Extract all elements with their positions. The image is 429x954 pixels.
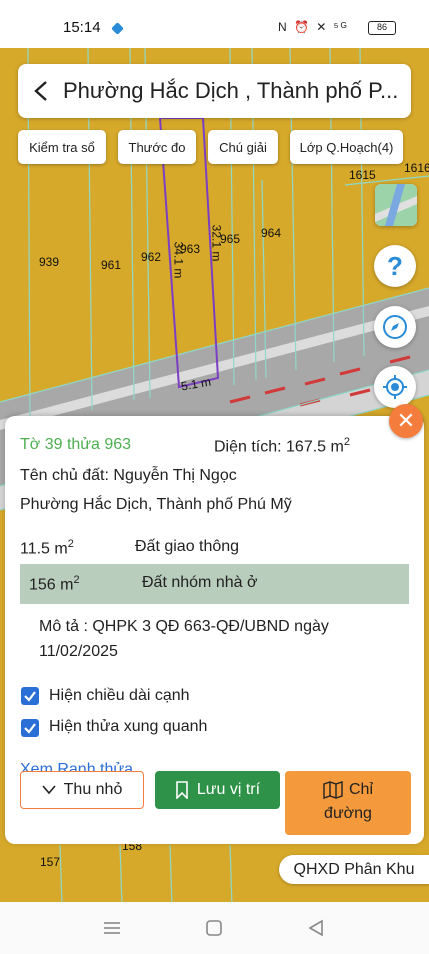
home-icon (206, 920, 222, 936)
app-notification-icon (111, 22, 124, 35)
planning-zone-chip[interactable]: QHXD Phân Khu (279, 855, 429, 884)
parcel-label: 961 (101, 258, 122, 272)
status-bar: 15:14 N ⏰ ✕ ⁵ᴳ 86 (0, 0, 429, 48)
locate-icon (383, 375, 407, 399)
land-use-type: Đất giao thông (135, 538, 240, 555)
plan-description: Mô tả : QHPK 3 QĐ 663-QĐ/UBND ngày (39, 618, 329, 635)
parcel-label: 962 (141, 250, 162, 264)
search-header[interactable]: Phường Hắc Dịch , Thành phố P... (18, 64, 411, 118)
land-use-area: 11.5 m2 (20, 538, 74, 558)
edge-length-label: 34.1 m (171, 241, 186, 279)
area-unit-sup: 2 (343, 436, 350, 448)
area-unit-sup: 2 (73, 574, 80, 586)
directions-label-line1: Chỉ (348, 781, 373, 798)
plan-description-date: 11/02/2025 (39, 643, 118, 660)
shrink-button-label: Thu nhỏ (63, 781, 123, 798)
compass-button[interactable] (374, 306, 416, 348)
chevron-down-icon (42, 785, 56, 795)
parcel-label: 157 (40, 855, 61, 869)
land-use-area-value: 11.5 m (20, 540, 68, 558)
shrink-button[interactable]: Thu nhỏ (20, 771, 144, 809)
bookmark-icon (176, 781, 188, 799)
directions-label-line2: đường (324, 805, 372, 822)
map-layers-icon (375, 184, 417, 226)
parcel-address: Phường Hắc Dịch, Thành phố Phú Mỹ (20, 496, 292, 513)
battery-icon: 86 (368, 21, 396, 35)
parcel-label: 1616 (404, 161, 429, 175)
land-use-area: 156 m2 (29, 574, 80, 594)
owner-name: Tên chủ đất: Nguyễn Thị Ngọc (20, 467, 237, 484)
save-location-button[interactable]: Lưu vị trí (155, 771, 280, 809)
parcel-area: Diện tích: 167.5 m2 (214, 436, 350, 456)
show-neighbors-label[interactable]: Hiện thửa xung quanh (49, 718, 207, 736)
parcel-label: 1615 (349, 168, 376, 182)
back-arrow-icon[interactable] (32, 80, 52, 102)
legend-button[interactable]: Chú giải (208, 130, 278, 164)
check-icon (24, 723, 36, 734)
location-title[interactable]: Phường Hắc Dịch , Thành phố P... (63, 78, 398, 104)
parcel-info-panel: Tờ 39 thửa 963 Diện tích: 167.5 m2 Tên c… (5, 416, 424, 844)
edge-length-label: 32.1 m (209, 224, 224, 262)
help-button[interactable]: ? (374, 245, 416, 287)
show-edge-length-label[interactable]: Hiện chiều dài cạnh (49, 687, 190, 705)
area-unit-sup: 2 (67, 538, 74, 550)
check-icon (24, 691, 36, 702)
directions-button[interactable]: Chỉ đường (285, 771, 411, 835)
show-neighbors-checkbox[interactable] (21, 719, 39, 737)
my-location-button[interactable] (374, 366, 416, 408)
ruler-button[interactable]: Thước đo (118, 130, 196, 164)
map-layer-button[interactable] (375, 184, 417, 226)
compass-icon (383, 315, 407, 339)
status-time: 15:14 (63, 19, 101, 36)
parcel-area-value: Diện tích: 167.5 m (214, 438, 344, 456)
back-icon (308, 919, 323, 937)
close-panel-button[interactable]: ✕ (389, 404, 423, 438)
status-icons: N ⏰ ✕ ⁵ᴳ (278, 20, 349, 34)
show-edge-length-checkbox[interactable] (21, 687, 39, 705)
planning-layer-button[interactable]: Lớp Q.Hoạch(4) (290, 130, 403, 164)
check-book-button[interactable]: Kiểm tra sổ (18, 130, 106, 164)
map-icon (323, 781, 343, 799)
help-icon: ? (387, 250, 403, 281)
system-nav-bar (0, 902, 429, 954)
parcel-id: Tờ 39 thửa 963 (20, 436, 132, 453)
land-use-type: Đất nhóm nhà ở (142, 574, 258, 591)
land-use-area-value: 156 m (29, 576, 74, 594)
parcel-label: 964 (261, 226, 282, 240)
nav-buttons (104, 919, 323, 937)
close-icon: ✕ (396, 408, 416, 433)
parcel-label: 939 (39, 255, 60, 269)
save-location-label: Lưu vị trí (196, 781, 261, 798)
